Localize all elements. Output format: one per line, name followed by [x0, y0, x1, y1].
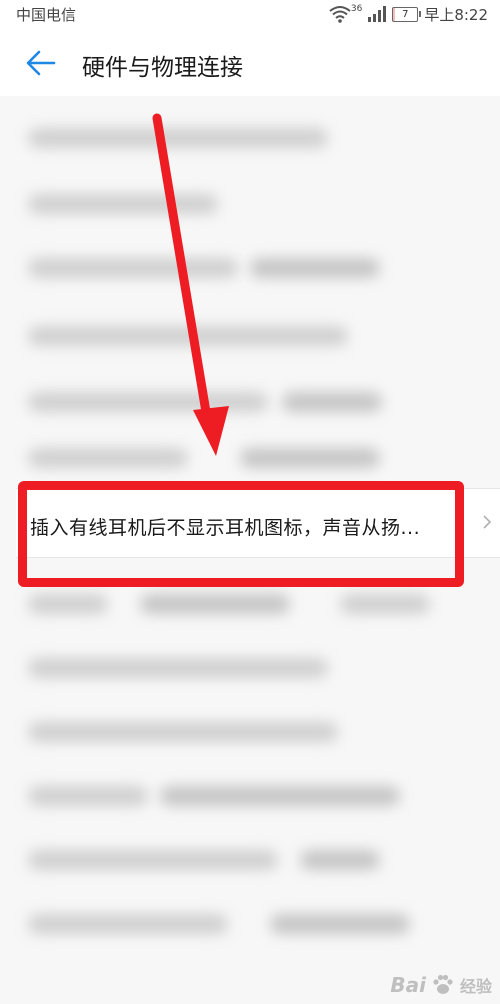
list-item-blurred[interactable]: [0, 304, 500, 370]
list-item-blurred[interactable]: [0, 238, 500, 304]
wifi-icon: [329, 6, 351, 23]
battery-level: 7: [402, 8, 409, 20]
list-item-blurred[interactable]: [0, 828, 500, 894]
signal-icon: [368, 6, 387, 22]
clock: 早上8:22: [424, 5, 488, 24]
paw-icon: [433, 974, 453, 994]
list-item-blurred[interactable]: [0, 700, 500, 766]
watermark: Bai 经验: [390, 972, 492, 998]
list-item-blurred[interactable]: [0, 636, 500, 702]
status-icons: 36 7 早上8:22: [329, 3, 488, 25]
chevron-right-icon: [483, 515, 492, 529]
back-arrow-icon[interactable]: [24, 46, 58, 80]
list-item-blurred[interactable]: [0, 172, 500, 238]
battery-icon: 7: [392, 6, 422, 22]
status-bar: 中国电信 36 7 早上8:22: [0, 0, 500, 28]
page-title: 硬件与物理连接: [82, 55, 243, 81]
network-type-label: 36: [350, 4, 363, 14]
watermark-text: Bai: [390, 973, 426, 997]
carrier-label: 中国电信: [16, 6, 77, 24]
list-item-blurred[interactable]: [0, 764, 500, 830]
watermark-text-2: 经验: [459, 977, 492, 996]
list-item-blurred[interactable]: [0, 892, 500, 958]
list-item-blurred[interactable]: [0, 106, 500, 172]
annotation-highlight-box: [18, 481, 464, 587]
app-bar: 硬件与物理连接: [0, 28, 500, 96]
